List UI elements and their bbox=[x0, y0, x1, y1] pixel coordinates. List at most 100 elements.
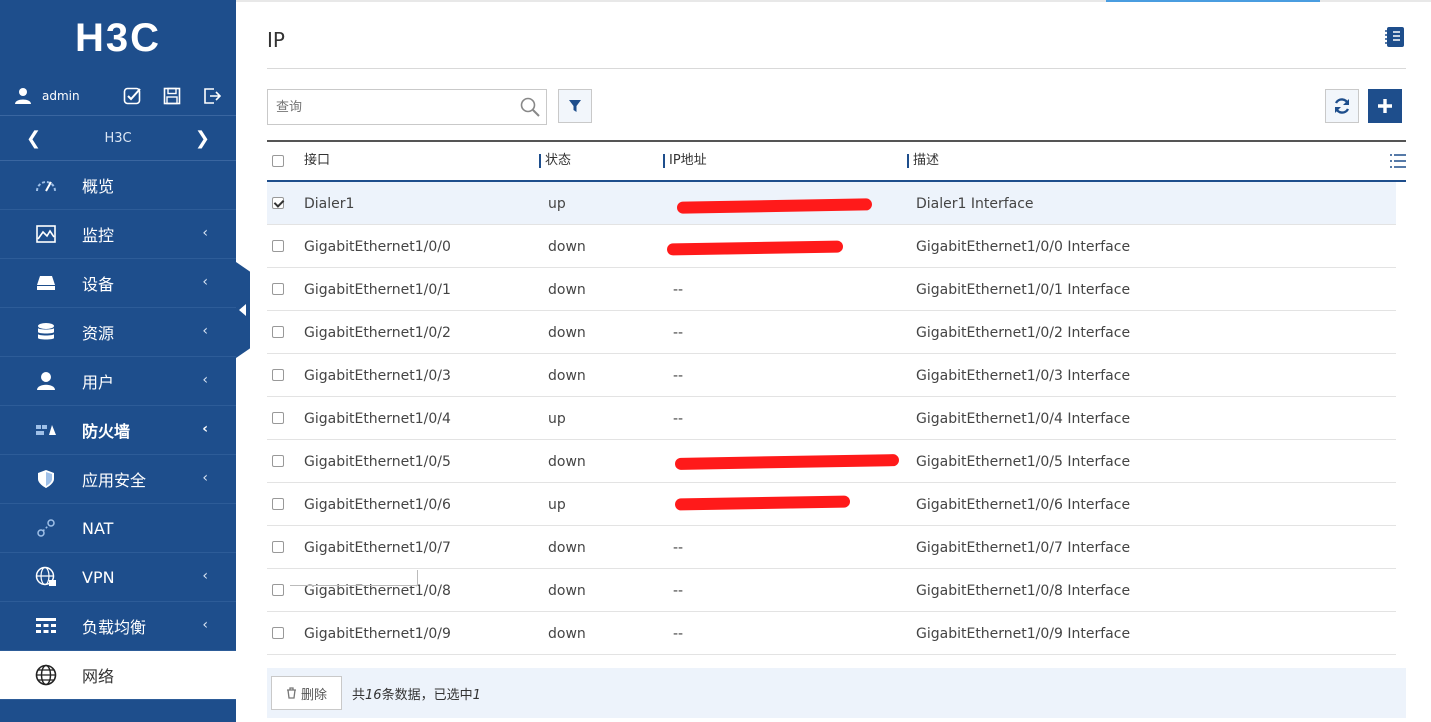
help-book-icon[interactable] bbox=[1384, 26, 1406, 48]
globe-lock-icon bbox=[34, 565, 58, 589]
device-name: H3C bbox=[104, 130, 132, 146]
cell-interface: GigabitEthernet1/0/6 bbox=[304, 497, 451, 513]
cell-interface: GigabitEthernet1/0/9 bbox=[304, 626, 451, 642]
cell-ip: -- bbox=[673, 540, 684, 556]
table-row[interactable]: GigabitEthernet1/0/8 down -- GigabitEtherne… bbox=[267, 569, 1396, 612]
prev-device-button[interactable]: ❮ bbox=[26, 128, 41, 149]
row-checkbox[interactable] bbox=[272, 455, 284, 467]
user-group-icon bbox=[34, 369, 58, 393]
sidebar-item-network[interactable]: 网络 bbox=[0, 651, 236, 700]
cell-description: GigabitEthernet1/0/9 Interface bbox=[916, 626, 1131, 642]
caret-left-icon bbox=[239, 304, 246, 316]
cell-description: GigabitEthernet1/0/1 Interface bbox=[916, 282, 1131, 298]
next-device-button[interactable]: ❯ bbox=[195, 128, 210, 149]
cell-status: up bbox=[548, 196, 566, 212]
cell-status: up bbox=[548, 411, 566, 427]
logout-icon[interactable] bbox=[202, 86, 222, 106]
ip-table: 接口 状态 IP地址 描述 Dialer1 up Dialer1 Interface… bbox=[267, 140, 1406, 655]
col-header-description[interactable]: 描述 bbox=[907, 154, 939, 168]
sidebar-item-vpn[interactable]: VPN ‹ bbox=[0, 553, 236, 602]
save-icon[interactable] bbox=[162, 86, 182, 106]
row-checkbox[interactable] bbox=[272, 283, 284, 295]
nat-link-icon bbox=[34, 516, 58, 540]
column-settings-icon[interactable] bbox=[1390, 154, 1406, 168]
cell-description: GigabitEthernet1/0/6 Interface bbox=[916, 497, 1131, 513]
table-row[interactable]: GigabitEthernet1/0/6 up GigabitEthernet1/0… bbox=[267, 483, 1396, 526]
filter-button[interactable] bbox=[558, 89, 592, 123]
user-bar: admin bbox=[0, 76, 236, 116]
cell-status: down bbox=[548, 325, 586, 341]
cell-description: Dialer1 Interface bbox=[916, 196, 1034, 212]
col-header-ip[interactable]: IP地址 bbox=[663, 154, 707, 168]
sidebar-item-nat[interactable]: NAT bbox=[0, 504, 236, 553]
sidebar-item-monitor[interactable]: 监控 ‹ bbox=[0, 210, 236, 259]
cell-description: GigabitEthernet1/0/0 Interface bbox=[916, 239, 1131, 255]
table-row[interactable]: GigabitEthernet1/0/1 down -- GigabitEtherne… bbox=[267, 268, 1396, 311]
refresh-button[interactable] bbox=[1325, 89, 1359, 123]
check-config-icon[interactable] bbox=[122, 86, 142, 106]
sidebar-item-overview[interactable]: 概览 bbox=[0, 161, 236, 210]
sidebar-item-user[interactable]: 用户 ‹ bbox=[0, 357, 236, 406]
cell-ip: -- bbox=[673, 325, 684, 341]
device-switcher: ❮ H3C ❯ bbox=[0, 116, 236, 161]
cell-ip: -- bbox=[673, 411, 684, 427]
filter-icon bbox=[569, 100, 581, 112]
redaction-mark bbox=[674, 495, 851, 511]
cell-interface: GigabitEthernet1/0/3 bbox=[304, 368, 451, 384]
table-row[interactable]: GigabitEthernet1/0/9 down -- GigabitEtherne… bbox=[267, 612, 1396, 655]
col-header-interface[interactable]: 接口 bbox=[300, 154, 330, 168]
cell-interface: GigabitEthernet1/0/5 bbox=[304, 454, 451, 470]
row-checkbox[interactable] bbox=[272, 197, 284, 209]
refresh-icon bbox=[1334, 98, 1350, 114]
plus-icon bbox=[1378, 99, 1392, 113]
username: admin bbox=[42, 88, 80, 103]
delete-button[interactable]: 删除 bbox=[271, 676, 342, 710]
sidebar-item-device[interactable]: 设备 ‹ bbox=[0, 259, 236, 308]
table-row[interactable]: GigabitEthernet1/0/3 down -- GigabitEtherne… bbox=[267, 354, 1396, 397]
table-row[interactable]: GigabitEthernet1/0/2 down -- GigabitEtherne… bbox=[267, 311, 1396, 354]
add-button[interactable] bbox=[1368, 89, 1402, 123]
sidebar-item-app-security[interactable]: 应用安全 ‹ bbox=[0, 455, 236, 504]
row-checkbox[interactable] bbox=[272, 541, 284, 553]
row-checkbox[interactable] bbox=[272, 627, 284, 639]
row-checkbox[interactable] bbox=[272, 326, 284, 338]
cell-description: GigabitEthernet1/0/5 Interface bbox=[916, 454, 1131, 470]
globe-icon bbox=[34, 663, 58, 687]
cell-status: down bbox=[548, 239, 586, 255]
chevron-left-icon: ‹ bbox=[202, 274, 208, 290]
row-checkbox[interactable] bbox=[272, 584, 284, 596]
row-checkbox[interactable] bbox=[272, 240, 284, 252]
cell-description: GigabitEthernet1/0/4 Interface bbox=[916, 411, 1131, 427]
sidebar-item-resource[interactable]: 资源 ‹ bbox=[0, 308, 236, 357]
page-title: IP bbox=[267, 28, 285, 52]
cell-ip: -- bbox=[673, 626, 684, 642]
cell-ip: -- bbox=[673, 282, 684, 298]
sidebar-item-load-balance[interactable]: 负载均衡 ‹ bbox=[0, 602, 236, 651]
database-icon bbox=[34, 320, 58, 344]
cell-description: GigabitEthernet1/0/7 Interface bbox=[916, 540, 1131, 556]
cell-status: down bbox=[548, 540, 586, 556]
cell-status: down bbox=[548, 626, 586, 642]
title-divider bbox=[267, 68, 1406, 69]
table-row[interactable]: GigabitEthernet1/0/5 down GigabitEthernet1… bbox=[267, 440, 1396, 483]
row-checkbox[interactable] bbox=[272, 369, 284, 381]
table-footer: 删除 共16条数据，已选中1 bbox=[267, 668, 1406, 718]
cell-interface: Dialer1 bbox=[304, 196, 355, 212]
chevron-left-icon: ‹ bbox=[202, 470, 208, 486]
search-icon[interactable] bbox=[520, 97, 540, 117]
row-checkbox[interactable] bbox=[272, 498, 284, 510]
col-header-status[interactable]: 状态 bbox=[539, 154, 571, 168]
table-header: 接口 状态 IP地址 描述 bbox=[267, 140, 1406, 182]
table-row[interactable]: GigabitEthernet1/0/7 down -- GigabitEtherne… bbox=[267, 526, 1396, 569]
table-row[interactable]: GigabitEthernet1/0/4 up -- GigabitEthernet1… bbox=[267, 397, 1396, 440]
sidebar-collapse-toggle[interactable] bbox=[236, 262, 250, 358]
row-checkbox[interactable] bbox=[272, 412, 284, 424]
cell-ip: -- bbox=[673, 583, 684, 599]
chevron-left-icon: ‹ bbox=[202, 323, 208, 339]
redaction-mark bbox=[666, 240, 844, 256]
select-all-checkbox[interactable] bbox=[272, 155, 284, 167]
table-row[interactable]: Dialer1 up Dialer1 Interface bbox=[267, 182, 1396, 225]
search-input[interactable] bbox=[268, 90, 508, 124]
sidebar-item-firewall[interactable]: 防火墙 ‹ bbox=[0, 406, 236, 455]
table-row[interactable]: GigabitEthernet1/0/0 down GigabitEthernet1… bbox=[267, 225, 1396, 268]
